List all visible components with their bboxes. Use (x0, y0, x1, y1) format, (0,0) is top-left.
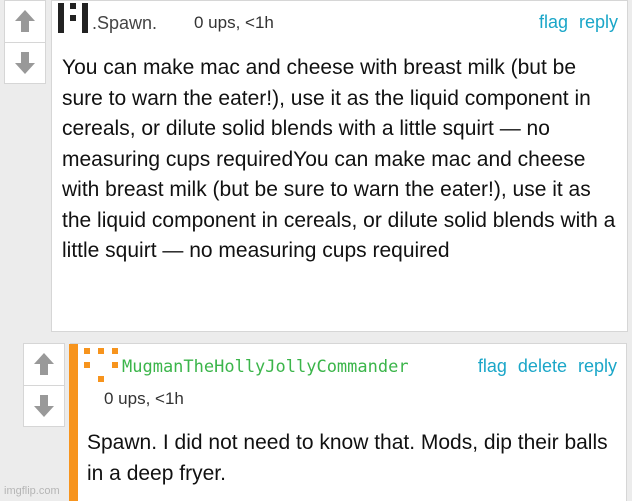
arrow-up-icon (34, 353, 54, 375)
comment-body: Spawn. I did not need to know that. Mods… (87, 431, 608, 485)
downvote-button[interactable] (5, 42, 45, 83)
arrow-down-icon (15, 52, 35, 74)
reply-link[interactable]: reply (579, 12, 618, 32)
downvote-button[interactable] (24, 385, 64, 426)
reply-link[interactable]: reply (578, 356, 617, 376)
reply-comment: MugmanTheHollyJollyCommander flag delete… (69, 343, 627, 501)
flag-link[interactable]: flag (478, 356, 507, 376)
arrow-up-icon (15, 10, 35, 32)
watermark: imgflip.com (4, 485, 60, 497)
flag-link[interactable]: flag (539, 12, 568, 32)
comment-body: You can make mac and cheese with breast … (62, 56, 616, 262)
comment-meta: 0 ups, <1h (104, 389, 184, 408)
upvote-button[interactable] (5, 1, 45, 41)
vote-column (4, 0, 46, 84)
comment: .Spawn. 0 ups, <1h flag reply You can ma… (51, 0, 628, 332)
arrow-down-icon (34, 395, 54, 417)
comment-meta: 0 ups, <1h (194, 13, 274, 32)
vote-column (23, 343, 65, 427)
reply-accent-bar (69, 344, 78, 501)
username[interactable]: MugmanTheHollyJollyCommander (122, 357, 409, 377)
comment-actions: flag delete reply (472, 356, 617, 377)
username[interactable]: .Spawn. (92, 13, 157, 34)
comment-actions: flag reply (533, 12, 618, 33)
upvote-button[interactable] (24, 344, 64, 384)
user-avatar (84, 348, 118, 382)
delete-link[interactable]: delete (518, 356, 567, 376)
user-avatar (58, 3, 88, 33)
